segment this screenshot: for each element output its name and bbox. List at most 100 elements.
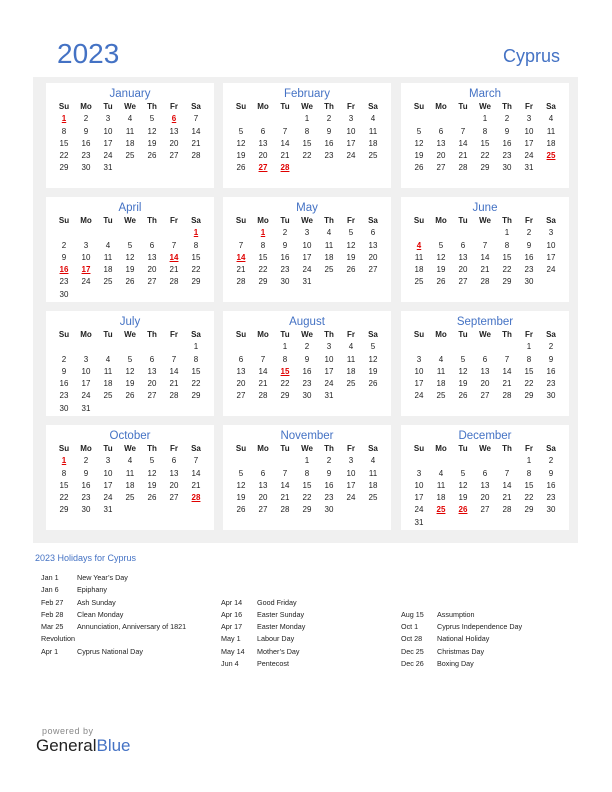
day: 4 [127,456,133,466]
weekday-header: Fr [347,102,355,111]
day: 16 [502,138,512,148]
empty-cell [119,227,141,239]
holiday-column: Apr 14 Good Friday Apr 16 Easter Sunday Apr … [221,572,401,670]
month-title: October [109,430,151,442]
day: 24 [81,391,91,401]
day: 27 [169,493,179,503]
day: 14 [458,138,468,148]
weekday-header: Fr [170,330,178,339]
weekday-header: We [301,102,313,111]
day: 25 [368,151,378,161]
month-march: March Su Mo Tu We Th Fr Sa 1 2 3 4 5 6 7 8 9 10 11 12 13 14 15… [401,83,569,188]
holiday-date: Apr 16 [221,609,243,619]
holiday-day: 1 [193,228,199,238]
holiday-day: 17 [81,265,91,275]
day: 7 [193,456,199,466]
day: 2 [526,228,532,238]
day: 15 [524,480,534,490]
day: 11 [125,468,135,478]
holiday-name: Cyprus Independence Day [437,622,523,632]
day: 7 [193,114,199,124]
holiday-name: Mother’s Day [257,646,300,656]
day: 9 [61,252,67,262]
weekday-header: We [479,102,491,111]
holiday-name: Assumption [437,609,475,619]
weekday-header: Tu [103,444,113,453]
day: 13 [258,138,268,148]
day: 23 [302,379,312,389]
holiday-date: Oct 28 [401,634,423,644]
holiday-date: May 1 [221,634,241,644]
holiday-item: Revolution [41,633,221,645]
weekday-header: Sa [368,330,378,339]
weekday-header: Sa [191,102,201,111]
day: 5 [370,342,376,352]
day: 21 [169,379,179,389]
day: 25 [436,391,446,401]
day: 5 [149,456,155,466]
day: 13 [169,126,179,136]
day: 29 [191,277,201,287]
day: 10 [81,366,91,376]
day: 1 [282,342,288,352]
empty-cell [496,341,518,353]
holiday-item: May 14 Mother’s Day [221,646,401,658]
empty-cell [430,113,452,125]
day: 8 [282,354,288,364]
day: 20 [147,265,157,275]
holiday-date: Aug 15 [401,609,424,619]
day: 21 [502,493,512,503]
day: 14 [191,468,201,478]
holiday-item: Apr 14 Good Friday [221,597,401,609]
day: 15 [191,366,201,376]
day: 19 [414,151,424,161]
weekday-header: Mo [435,216,447,225]
empty-cell [452,341,474,353]
day: 27 [480,391,490,401]
day: 11 [368,468,378,478]
day: 19 [125,265,135,275]
day: 7 [282,126,288,136]
month-grid: Su Mo Tu We Th Fr Sa 1 2 3 4 5 6 7 8 9 10 11 12 13 14 15 16 17 1… [230,101,384,175]
day: 14 [280,138,290,148]
day: 22 [280,379,290,389]
day: 10 [81,252,91,262]
day: 8 [260,240,266,250]
empty-cell [75,227,97,239]
empty-cell [230,455,252,467]
weekday-header: Mo [257,444,269,453]
day: 23 [546,379,556,389]
day: 16 [524,252,534,262]
day: 19 [236,151,246,161]
day: 20 [368,252,378,262]
day: 15 [524,366,534,376]
day: 12 [346,240,356,250]
day: 2 [548,456,554,466]
month-grid: Su Mo Tu We Th Fr Sa 1 2 3 4 5 6 7 8 9 10 11 12 13 14 15 16 17 1… [408,101,562,175]
weekday-header: Su [413,444,425,453]
day: 1 [304,456,310,466]
holiday-day: 26 [458,505,468,515]
empty-cell [274,113,296,125]
day: 20 [436,151,446,161]
day: 24 [346,151,356,161]
day: 16 [324,480,334,490]
holiday-day: 16 [59,265,69,275]
day: 9 [526,240,532,250]
day: 12 [368,354,378,364]
day: 13 [236,366,246,376]
empty-cell [163,227,185,239]
day: 9 [326,468,332,478]
day: 20 [480,379,490,389]
day: 2 [326,456,332,466]
day: 23 [59,277,69,287]
holiday-date: Jun 4 [221,659,239,669]
day: 21 [280,151,290,161]
weekday-header: We [124,102,136,111]
day: 30 [324,505,334,515]
weekday-header: Tu [103,102,113,111]
day: 25 [125,493,135,503]
holiday-name: Labour Day [257,634,295,644]
month-november: November Su Mo Tu We Th Fr Sa 1 2 3 4 5 6 7 8 9 10 11 12 13 1… [223,425,391,530]
day: 23 [324,493,334,503]
